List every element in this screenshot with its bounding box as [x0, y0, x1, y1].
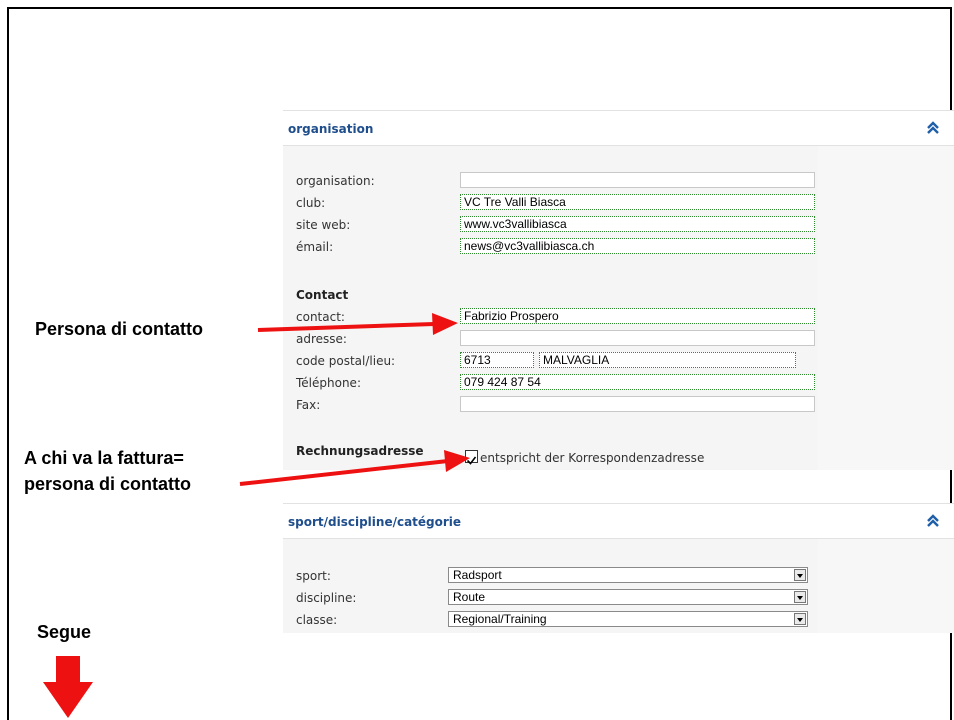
- annotation-arrows: [43, 313, 470, 718]
- right-arrow-icon: [257, 313, 458, 335]
- down-arrow-icon: [43, 656, 93, 718]
- right-arrow-icon: [239, 450, 470, 486]
